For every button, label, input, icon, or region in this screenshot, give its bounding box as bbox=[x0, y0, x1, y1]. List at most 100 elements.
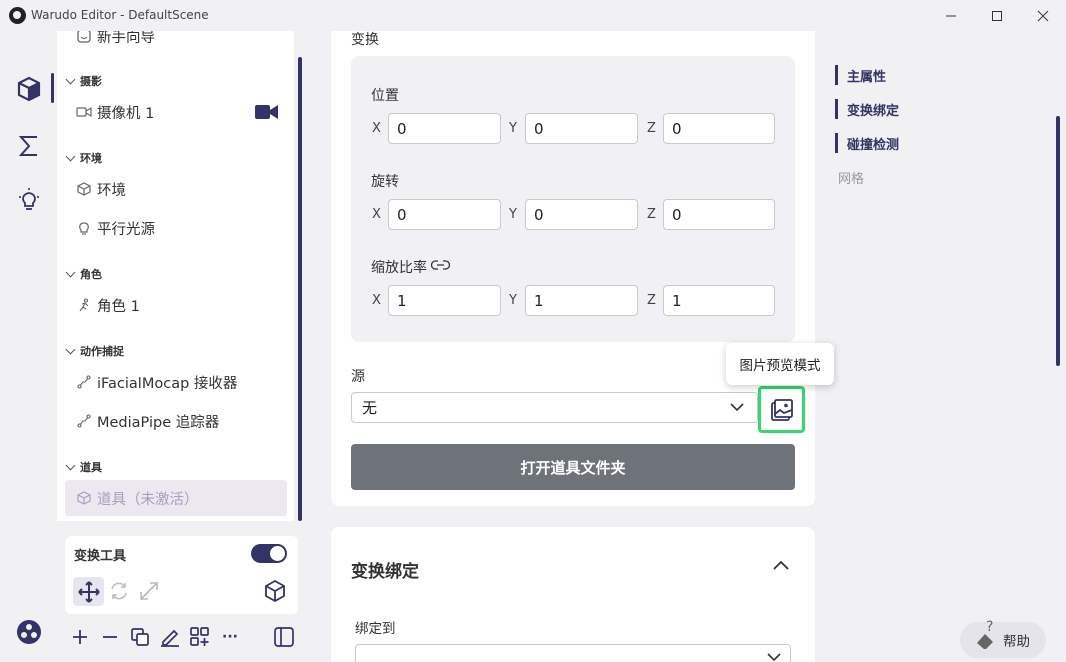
position-z-field[interactable]: 0 bbox=[663, 113, 775, 144]
local-space-button[interactable] bbox=[263, 579, 287, 607]
minimize-button[interactable] bbox=[928, 0, 974, 31]
section-title-transform: 变换 bbox=[351, 32, 379, 48]
transform-tools-panel: 变换工具 bbox=[65, 536, 298, 614]
sidebar-scrollbar[interactable] bbox=[298, 57, 302, 521]
item-label: 平行光源 bbox=[97, 221, 155, 238]
bind-to-label: 绑定到 bbox=[355, 621, 396, 637]
move-icon bbox=[77, 580, 100, 603]
list-item-character[interactable]: 角色 1 bbox=[65, 287, 287, 323]
sidebar-bottom-bar: ··· bbox=[57, 620, 298, 658]
list-item-environment[interactable]: 环境 bbox=[65, 171, 287, 207]
community-icon[interactable] bbox=[14, 617, 44, 647]
scale-x-field[interactable]: 1 bbox=[388, 285, 501, 316]
axis-y-label: Y bbox=[509, 121, 517, 136]
image-preview-button[interactable] bbox=[758, 386, 805, 433]
scale-icon bbox=[140, 582, 158, 600]
scale-tool-button[interactable] bbox=[138, 580, 160, 606]
image-preview-icon bbox=[770, 398, 793, 421]
nav-item-transform-binding[interactable]: 变换绑定 bbox=[835, 99, 899, 119]
mocap-icon bbox=[75, 373, 93, 391]
section-props[interactable]: 道具 bbox=[65, 459, 102, 475]
chevron-down-icon bbox=[65, 74, 76, 84]
axis-z-label: Z bbox=[647, 207, 656, 222]
source-label: 源 bbox=[351, 369, 365, 385]
mocap-icon bbox=[75, 412, 93, 430]
scene-hierarchy: 新手向导 摄影 摄像机 1 环境 环境 平行光源 角色 角色 1 动作捕捉 iF… bbox=[57, 31, 294, 521]
section-camera[interactable]: 摄影 bbox=[65, 73, 102, 89]
add-asset-icon[interactable] bbox=[187, 624, 213, 650]
item-label: 道具（未激活） bbox=[97, 491, 199, 508]
more-icon[interactable]: ··· bbox=[217, 624, 243, 650]
section-mocap[interactable]: 动作捕捉 bbox=[65, 343, 124, 359]
rotate-tool-button[interactable] bbox=[108, 580, 130, 606]
app-logo-icon bbox=[9, 7, 26, 24]
inspector-scrollbar[interactable] bbox=[1056, 116, 1060, 366]
open-prop-folder-button[interactable]: 打开道具文件夹 bbox=[351, 444, 795, 490]
source-select[interactable]: 无 bbox=[351, 392, 758, 423]
axis-z-label: Z bbox=[647, 293, 656, 308]
inspector-card: 变换 位置 X 0 Y 0 Z 0 旋转 X 0 Y 0 Z 0 缩放比率 X … bbox=[331, 31, 834, 506]
item-label: 摄像机 1 bbox=[97, 105, 155, 122]
item-label: 角色 1 bbox=[97, 298, 140, 315]
nav-item-collision[interactable]: 碰撞检测 bbox=[835, 133, 899, 153]
list-item-prop[interactable]: 道具（未激活） bbox=[65, 480, 287, 516]
duplicate-icon[interactable] bbox=[127, 624, 153, 650]
chevron-down-icon bbox=[65, 267, 76, 277]
nav-item-main-properties[interactable]: 主属性 bbox=[835, 65, 886, 85]
section-title: 角色 bbox=[80, 268, 102, 281]
rename-icon[interactable] bbox=[157, 624, 183, 650]
rotate-icon bbox=[111, 582, 127, 600]
section-title: 动作捕捉 bbox=[80, 345, 124, 358]
list-item-ifacialmocap[interactable]: iFacialMocap 接收器 bbox=[65, 364, 287, 400]
list-item-camera[interactable]: 摄像机 1 bbox=[65, 94, 287, 130]
chevron-down-icon bbox=[65, 460, 76, 470]
rotation-y-field[interactable]: 0 bbox=[525, 199, 638, 230]
rotation-z-field[interactable]: 0 bbox=[663, 199, 775, 230]
list-item-directional-light[interactable]: 平行光源 bbox=[65, 210, 287, 246]
item-label: iFacialMocap 接收器 bbox=[97, 375, 238, 392]
position-label: 位置 bbox=[371, 88, 399, 104]
transform-tools-label: 变换工具 bbox=[74, 549, 127, 564]
svg-text:?: ? bbox=[986, 619, 993, 635]
nav-item-mesh[interactable]: 网格 bbox=[835, 167, 864, 187]
add-icon[interactable] bbox=[67, 624, 93, 650]
list-item-mediapipe[interactable]: MediaPipe 追踪器 bbox=[65, 403, 287, 439]
activity-bar bbox=[0, 31, 56, 662]
section-character[interactable]: 角色 bbox=[65, 266, 102, 282]
help-button[interactable]: ? 帮助 bbox=[960, 619, 1046, 658]
list-item-guide[interactable]: 新手向导 bbox=[65, 31, 287, 54]
remove-icon[interactable] bbox=[97, 624, 123, 650]
axis-x-label: X bbox=[372, 207, 381, 222]
axis-x-label: X bbox=[372, 293, 381, 308]
close-button[interactable] bbox=[1020, 0, 1066, 31]
guide-icon bbox=[75, 31, 93, 45]
move-tool-button[interactable] bbox=[73, 577, 104, 606]
active-indicator bbox=[51, 73, 54, 103]
cube-icon[interactable] bbox=[14, 74, 44, 104]
bulb-icon bbox=[75, 219, 93, 237]
window-title: Warudo Editor - DefaultScene bbox=[31, 8, 209, 22]
lightbulb-icon[interactable] bbox=[14, 185, 44, 215]
section-environment[interactable]: 环境 bbox=[65, 150, 102, 166]
source-value: 无 bbox=[362, 399, 378, 417]
section-title: 摄影 bbox=[80, 75, 102, 88]
link-icon[interactable] bbox=[430, 259, 451, 275]
camera-active-icon bbox=[255, 104, 279, 124]
transform-box: 位置 X 0 Y 0 Z 0 旋转 X 0 Y 0 Z 0 缩放比率 X 1 Y… bbox=[351, 56, 795, 342]
item-label: MediaPipe 追踪器 bbox=[97, 414, 220, 431]
item-label: 环境 bbox=[97, 182, 126, 199]
sigma-icon[interactable] bbox=[14, 131, 44, 161]
bind-to-select[interactable] bbox=[355, 644, 791, 662]
rotation-x-field[interactable]: 0 bbox=[388, 199, 501, 230]
chevron-up-icon[interactable] bbox=[771, 557, 791, 577]
scale-label: 缩放比率 bbox=[371, 260, 427, 276]
position-y-field[interactable]: 0 bbox=[525, 113, 638, 144]
scale-z-field[interactable]: 1 bbox=[663, 285, 775, 316]
character-icon bbox=[75, 296, 93, 314]
scale-y-field[interactable]: 1 bbox=[525, 285, 638, 316]
axis-x-label: X bbox=[372, 121, 381, 136]
transform-tools-toggle[interactable] bbox=[251, 544, 287, 563]
collapse-sidebar-icon[interactable] bbox=[271, 624, 297, 650]
maximize-button[interactable] bbox=[974, 0, 1020, 31]
position-x-field[interactable]: 0 bbox=[388, 113, 501, 144]
